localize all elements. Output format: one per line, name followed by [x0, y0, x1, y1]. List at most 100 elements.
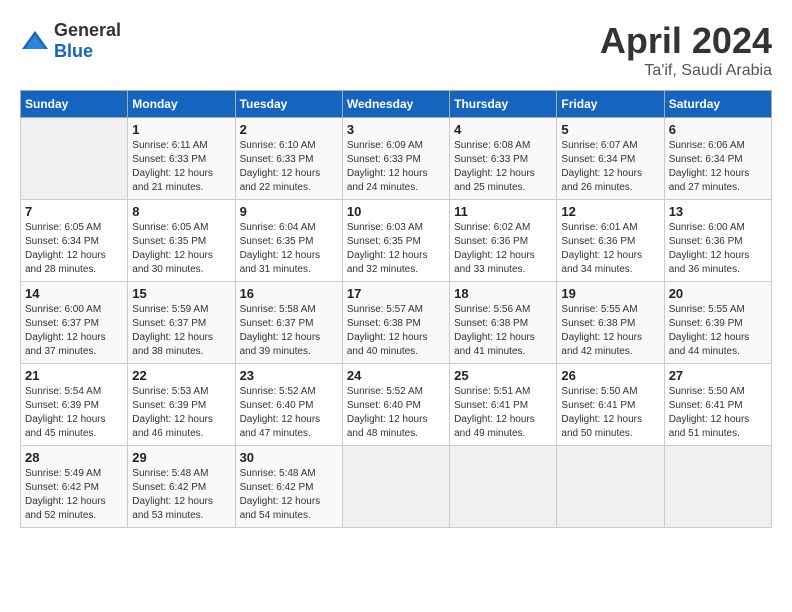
day-info: Sunrise: 6:02 AMSunset: 6:36 PMDaylight:… [454, 221, 552, 277]
day-info: Sunrise: 6:09 AMSunset: 6:33 PMDaylight:… [347, 139, 445, 195]
weekday-header-cell: Friday [557, 91, 664, 118]
calendar-cell: 27Sunrise: 5:50 AMSunset: 6:41 PMDayligh… [664, 364, 771, 446]
calendar-cell: 29 Sunrise: 5:48 AMSunset: 6:42 PMDayligh… [128, 446, 235, 528]
day-number: 26 [561, 368, 659, 383]
calendar-cell: 4 Sunrise: 6:08 AMSunset: 6:33 PMDaylight… [450, 118, 557, 200]
calendar-cell: 24Sunrise: 5:52 AMSunset: 6:40 PMDayligh… [342, 364, 449, 446]
calendar-cell: 16 Sunrise: 5:58 AMSunset: 6:37 PMDayligh… [235, 282, 342, 364]
calendar-table: SundayMondayTuesdayWednesdayThursdayFrid… [20, 90, 772, 528]
day-number: 24 [347, 368, 445, 383]
day-number: 29 [132, 450, 230, 465]
calendar-cell: 10 Sunrise: 6:03 AMSunset: 6:35 PMDayligh… [342, 200, 449, 282]
day-info: Sunrise: 6:06 AMSunset: 6:34 PMDaylight:… [669, 139, 767, 195]
calendar-cell: 8Sunrise: 6:05 AMSunset: 6:35 PMDaylight… [128, 200, 235, 282]
calendar-cell: 14 Sunrise: 6:00 AMSunset: 6:37 PMDayligh… [21, 282, 128, 364]
day-info: Sunrise: 5:57 AMSunset: 6:38 PMDaylight:… [347, 303, 445, 359]
page-header: General Blue April 2024 Ta'if, Saudi Ara… [20, 20, 772, 80]
calendar-cell: 7 Sunrise: 6:05 AMSunset: 6:34 PMDaylight… [21, 200, 128, 282]
day-number: 7 [25, 204, 123, 219]
title-section: April 2024 Ta'if, Saudi Arabia [600, 20, 772, 80]
calendar-cell: 13Sunrise: 6:00 AMSunset: 6:36 PMDayligh… [664, 200, 771, 282]
day-number: 20 [669, 286, 767, 301]
weekday-header-cell: Monday [128, 91, 235, 118]
weekday-header-cell: Tuesday [235, 91, 342, 118]
day-number: 9 [240, 204, 338, 219]
day-number: 5 [561, 122, 659, 137]
calendar-cell: 6Sunrise: 6:06 AMSunset: 6:34 PMDaylight… [664, 118, 771, 200]
calendar-cell: 9 Sunrise: 6:04 AMSunset: 6:35 PMDaylight… [235, 200, 342, 282]
day-info: Sunrise: 5:59 AMSunset: 6:37 PMDaylight:… [132, 303, 230, 359]
day-number: 10 [347, 204, 445, 219]
day-number: 2 [240, 122, 338, 137]
logo-text-general: General [54, 20, 121, 40]
calendar-cell [450, 446, 557, 528]
calendar-week-row: 7 Sunrise: 6:05 AMSunset: 6:34 PMDaylight… [21, 200, 772, 282]
day-number: 21 [25, 368, 123, 383]
calendar-week-row: 14 Sunrise: 6:00 AMSunset: 6:37 PMDayligh… [21, 282, 772, 364]
calendar-week-row: 1Sunrise: 6:11 AMSunset: 6:33 PMDaylight… [21, 118, 772, 200]
day-info: Sunrise: 5:55 AMSunset: 6:39 PMDaylight:… [669, 303, 767, 359]
calendar-cell: 30 Sunrise: 5:48 AMSunset: 6:42 PMDayligh… [235, 446, 342, 528]
logo: General Blue [20, 20, 121, 62]
day-info: Sunrise: 6:07 AMSunset: 6:34 PMDaylight:… [561, 139, 659, 195]
day-info: Sunrise: 6:04 AMSunset: 6:35 PMDaylight:… [240, 221, 338, 277]
calendar-cell: 18 Sunrise: 5:56 AMSunset: 6:38 PMDayligh… [450, 282, 557, 364]
day-info: Sunrise: 6:01 AMSunset: 6:36 PMDaylight:… [561, 221, 659, 277]
calendar-cell: 26Sunrise: 5:50 AMSunset: 6:41 PMDayligh… [557, 364, 664, 446]
calendar-cell: 17 Sunrise: 5:57 AMSunset: 6:38 PMDayligh… [342, 282, 449, 364]
calendar-cell: 3Sunrise: 6:09 AMSunset: 6:33 PMDaylight… [342, 118, 449, 200]
day-info: Sunrise: 6:08 AMSunset: 6:33 PMDaylight:… [454, 139, 552, 195]
day-info: Sunrise: 6:03 AMSunset: 6:35 PMDaylight:… [347, 221, 445, 277]
day-info: Sunrise: 6:00 AMSunset: 6:37 PMDaylight:… [25, 303, 123, 359]
day-info: Sunrise: 5:49 AMSunset: 6:42 PMDaylight:… [25, 467, 123, 523]
calendar-cell: 11 Sunrise: 6:02 AMSunset: 6:36 PMDayligh… [450, 200, 557, 282]
weekday-header-cell: Saturday [664, 91, 771, 118]
day-number: 12 [561, 204, 659, 219]
day-number: 14 [25, 286, 123, 301]
day-info: Sunrise: 5:52 AMSunset: 6:40 PMDaylight:… [240, 385, 338, 441]
calendar-cell: 28Sunrise: 5:49 AMSunset: 6:42 PMDayligh… [21, 446, 128, 528]
calendar-cell [557, 446, 664, 528]
calendar-cell: 12 Sunrise: 6:01 AMSunset: 6:36 PMDayligh… [557, 200, 664, 282]
day-number: 4 [454, 122, 552, 137]
day-number: 17 [347, 286, 445, 301]
calendar-cell [664, 446, 771, 528]
day-number: 18 [454, 286, 552, 301]
calendar-cell: 19 Sunrise: 5:55 AMSunset: 6:38 PMDayligh… [557, 282, 664, 364]
day-number: 30 [240, 450, 338, 465]
day-info: Sunrise: 6:10 AMSunset: 6:33 PMDaylight:… [240, 139, 338, 195]
weekday-header-row: SundayMondayTuesdayWednesdayThursdayFrid… [21, 91, 772, 118]
calendar-week-row: 28Sunrise: 5:49 AMSunset: 6:42 PMDayligh… [21, 446, 772, 528]
day-number: 19 [561, 286, 659, 301]
logo-text-blue: Blue [54, 41, 93, 61]
day-info: Sunrise: 5:51 AMSunset: 6:41 PMDaylight:… [454, 385, 552, 441]
calendar-cell: 15 Sunrise: 5:59 AMSunset: 6:37 PMDayligh… [128, 282, 235, 364]
calendar-cell [21, 118, 128, 200]
day-number: 25 [454, 368, 552, 383]
location-title: Ta'if, Saudi Arabia [600, 62, 772, 80]
day-number: 13 [669, 204, 767, 219]
calendar-cell: 2 Sunrise: 6:10 AMSunset: 6:33 PMDaylight… [235, 118, 342, 200]
day-info: Sunrise: 5:54 AMSunset: 6:39 PMDaylight:… [25, 385, 123, 441]
calendar-body: 1Sunrise: 6:11 AMSunset: 6:33 PMDaylight… [21, 118, 772, 528]
day-info: Sunrise: 5:58 AMSunset: 6:37 PMDaylight:… [240, 303, 338, 359]
day-info: Sunrise: 5:55 AMSunset: 6:38 PMDaylight:… [561, 303, 659, 359]
day-number: 11 [454, 204, 552, 219]
day-number: 16 [240, 286, 338, 301]
day-info: Sunrise: 5:48 AMSunset: 6:42 PMDaylight:… [132, 467, 230, 523]
logo-icon [20, 29, 50, 53]
month-title: April 2024 [600, 20, 772, 62]
day-info: Sunrise: 6:05 AMSunset: 6:34 PMDaylight:… [25, 221, 123, 277]
calendar-cell: 1Sunrise: 6:11 AMSunset: 6:33 PMDaylight… [128, 118, 235, 200]
day-info: Sunrise: 5:48 AMSunset: 6:42 PMDaylight:… [240, 467, 338, 523]
calendar-week-row: 21 Sunrise: 5:54 AMSunset: 6:39 PMDayligh… [21, 364, 772, 446]
calendar-cell: 21 Sunrise: 5:54 AMSunset: 6:39 PMDayligh… [21, 364, 128, 446]
calendar-cell: 22 Sunrise: 5:53 AMSunset: 6:39 PMDayligh… [128, 364, 235, 446]
day-number: 1 [132, 122, 230, 137]
day-number: 15 [132, 286, 230, 301]
day-number: 22 [132, 368, 230, 383]
weekday-header-cell: Thursday [450, 91, 557, 118]
day-info: Sunrise: 5:53 AMSunset: 6:39 PMDaylight:… [132, 385, 230, 441]
day-info: Sunrise: 6:05 AMSunset: 6:35 PMDaylight:… [132, 221, 230, 277]
day-info: Sunrise: 5:56 AMSunset: 6:38 PMDaylight:… [454, 303, 552, 359]
